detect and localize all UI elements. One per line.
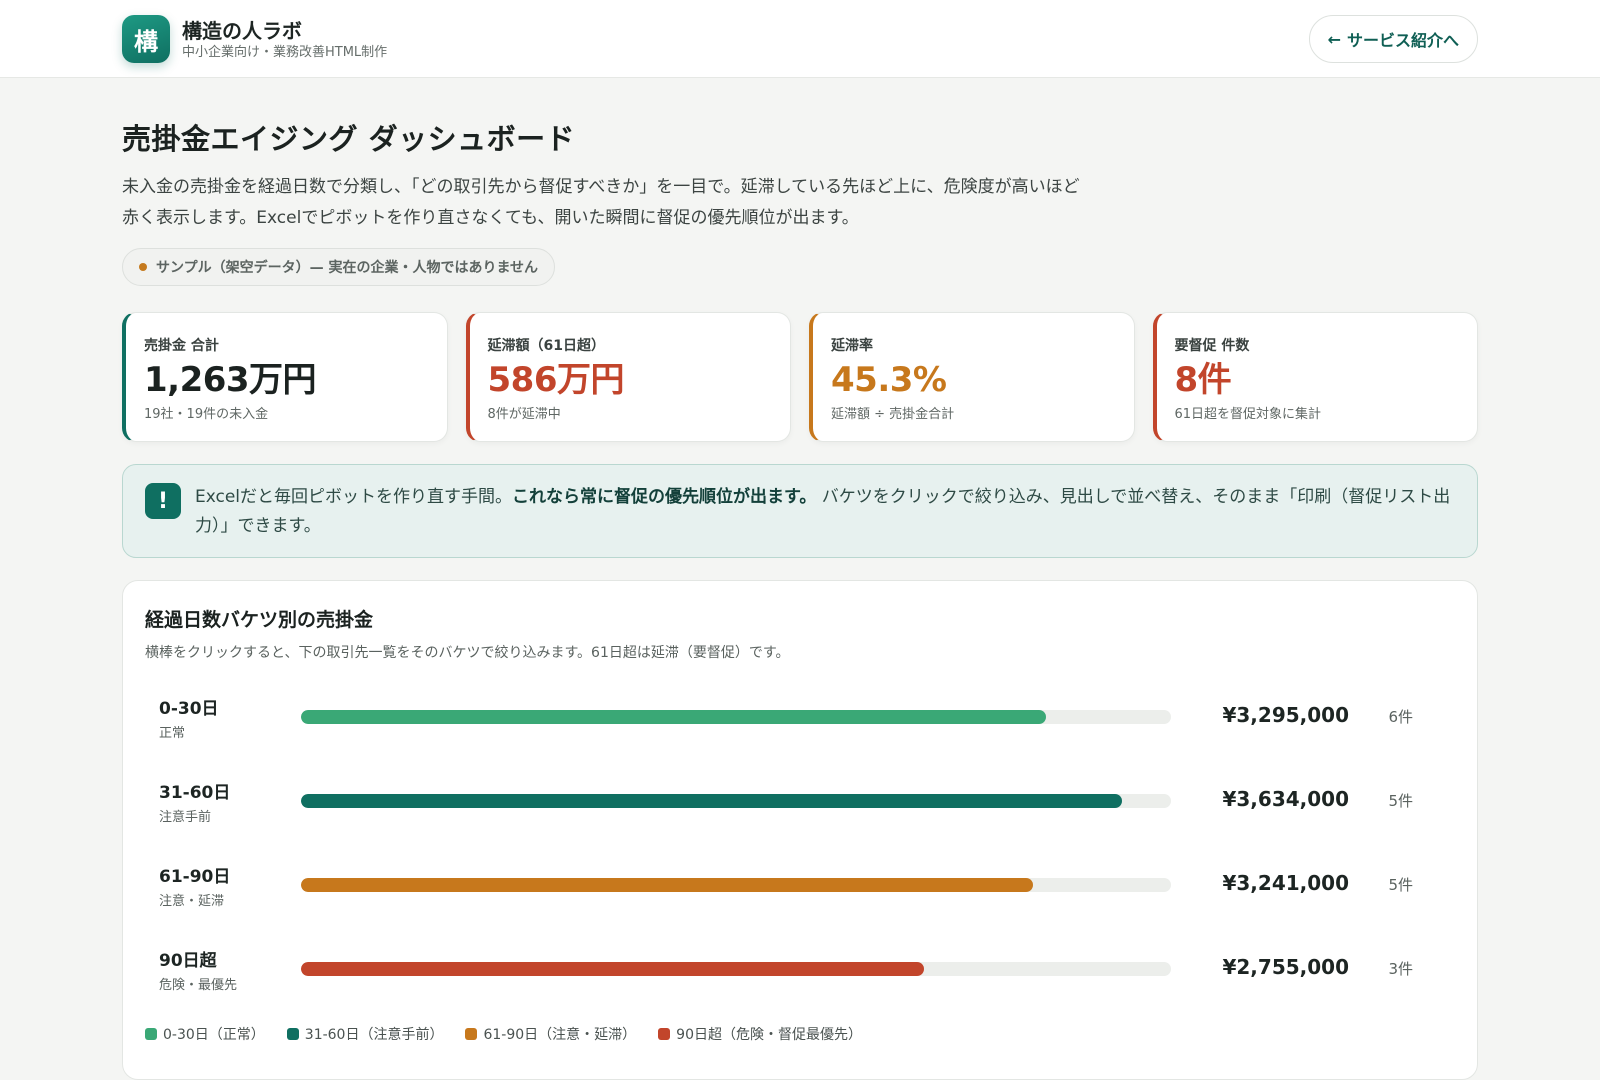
bar-count-label: 3件 [1388,960,1413,978]
top-bar: 構 構造の人ラボ 中小企業向け・業務改善HTML制作 ← サービス紹介へ [0,0,1600,78]
sample-badge-label: サンプル（架空データ）— 実在の企業・人物ではありません [156,260,539,276]
legend-label: 31-60日（注意手前） [304,1027,444,1043]
arrow-left-icon: ← [1327,29,1341,49]
kpi-cards: 売掛金 合計 1,263万円 19社・19件の未入金 延滞額（61日超） 586… [122,312,1478,442]
bar-track[interactable] [301,710,1171,724]
legend-swatch [145,1028,157,1040]
chart-title: 経過日数バケツ別の売掛金 [145,609,374,631]
kpi-note: 8件が延滞中 [487,407,561,422]
bar[interactable] [301,794,1123,808]
bar-row[interactable]: 90日超危険・最優先 ¥2,755,000 3件 [145,940,1455,1024]
sample-data-badge: サンプル（架空データ）— 実在の企業・人物ではありません [122,248,556,286]
legend-label: 90日超（危険・督促最優先） [676,1027,862,1043]
kpi-card-total: 売掛金 合計 1,263万円 19社・19件の未入金 [122,312,448,442]
legend-label: 0-30日（正常） [163,1027,265,1043]
bar-category-label: 61-90日 [159,867,231,887]
legend-item: 31-60日（注意手前） [286,1024,444,1044]
chart-subtitle: 横棒をクリックすると、下の取引先一覧をそのバケツで絞り込みます。61日超は延滞（… [145,645,790,661]
kpi-card-overdue-rate: 延滞率 45.3% 延滞額 ÷ 売掛金合計 [809,312,1135,442]
bar[interactable] [301,710,1046,724]
bar-category-note: 正常 [159,726,186,741]
bar-track[interactable] [301,878,1171,892]
notice-text-emphasis: これなら常に督促の優先順位が出ます。 [512,487,817,507]
bar-track[interactable] [301,794,1171,808]
bar-category: 61-90日注意・延滞 [159,862,230,909]
kpi-value: 586万円 [487,360,625,400]
bar-row[interactable]: 0-30日正常 ¥3,295,000 6件 [145,688,1455,772]
kpi-value: 8件 [1174,360,1232,400]
kpi-value: 1,263万円 [144,360,317,400]
bar[interactable] [301,878,1034,892]
info-notice: ! Excelだと毎回ピボットを作り直す手間。これなら常に督促の優先順位が出ます… [122,464,1478,558]
bar-category-label: 0-30日 [159,699,219,719]
kpi-card-overdue-amount: 延滞額（61日超） 586万円 8件が延滞中 [465,312,791,442]
kpi-note: 19社・19件の未入金 [144,407,269,422]
kpi-note: 61日超を督促対象に集計 [1174,407,1322,422]
exclamation-icon: ! [145,483,181,519]
brand-name: 構造の人ラボ [182,18,302,43]
brand-subtitle: 中小企業向け・業務改善HTML制作 [182,44,388,60]
page-description: 未入金の売掛金を経過日数で分類し、「どの取引先から督促すべきか」を一目で。延滞し… [122,177,1080,228]
status-dot-icon [139,263,147,271]
bar-category-label: 90日超 [159,951,217,971]
bar-category: 31-60日注意手前 [159,778,230,825]
legend-item: 0-30日（正常） [145,1024,265,1044]
bar-category: 0-30日正常 [159,694,219,741]
page-title: 売掛金エイジング ダッシュボード [122,122,576,156]
back-button-label: サービス紹介へ [1346,31,1459,50]
main-content: 売掛金エイジング ダッシュボード 未入金の売掛金を経過日数で分類し、「どの取引先… [122,78,1478,1080]
kpi-note: 延滞額 ÷ 売掛金合計 [831,407,955,422]
kpi-label: 延滞額（61日超） [487,338,605,354]
bar-track[interactable] [301,962,1171,976]
legend-swatch [658,1028,671,1040]
bar[interactable] [301,962,924,976]
brand-text: 構造の人ラボ 中小企業向け・業務改善HTML制作 [182,18,387,61]
brand[interactable]: 構 構造の人ラボ 中小企業向け・業務改善HTML制作 [122,15,387,63]
kpi-card-dunning-count: 要督促 件数 8件 61日超を督促対象に集計 [1152,312,1478,442]
chart-legend: 0-30日（正常） 31-60日（注意手前） 61-90日（注意・延滞） 90日超（危… [145,1024,1455,1044]
bar-value-label: ¥3,634,000 [1222,787,1349,811]
bar-rows: 0-30日正常 ¥3,295,000 6件 31-60日注意手前 ¥3,634,000 5… [145,688,1455,1024]
legend-swatch [286,1028,299,1040]
legend-swatch [465,1028,478,1040]
bar-count-label: 5件 [1388,792,1413,810]
legend-item: 61-90日（注意・延滞） [465,1024,636,1044]
bar-count-label: 5件 [1388,876,1413,894]
bar-category-note: 注意・延滞 [159,894,225,909]
legend-item: 90日超（危険・督促最優先） [658,1024,862,1044]
bar-value-label: ¥3,295,000 [1222,703,1349,727]
bar-category-note: 注意手前 [159,810,212,825]
bar-category: 90日超危険・最優先 [159,946,237,993]
brand-logo: 構 [122,15,170,63]
bar-category-label: 31-60日 [159,783,231,803]
kpi-label: 要督促 件数 [1174,338,1250,354]
kpi-label: 延滞率 [831,338,873,354]
bar-count-label: 6件 [1388,708,1413,726]
kpi-label: 売掛金 合計 [144,338,219,354]
bar-category-note: 危険・最優先 [159,978,238,993]
bar-value-label: ¥3,241,000 [1222,871,1349,895]
back-to-services-button[interactable]: ← サービス紹介へ [1308,15,1478,63]
aging-chart-panel: 経過日数バケツ別の売掛金 横棒をクリックすると、下の取引先一覧をそのバケツで絞り… [122,580,1478,1080]
notice-text-lead: Excelだと毎回ピボットを作り直す手間。 [195,487,513,507]
kpi-value: 45.3% [831,360,947,400]
notice-text: Excelだと毎回ピボットを作り直す手間。これなら常に督促の優先順位が出ます。 … [195,483,1455,539]
bar-row[interactable]: 31-60日注意手前 ¥3,634,000 5件 [145,772,1455,856]
bar-value-label: ¥2,755,000 [1222,955,1349,979]
bar-row[interactable]: 61-90日注意・延滞 ¥3,241,000 5件 [145,856,1455,940]
legend-label: 61-90日（注意・延滞） [483,1027,637,1043]
